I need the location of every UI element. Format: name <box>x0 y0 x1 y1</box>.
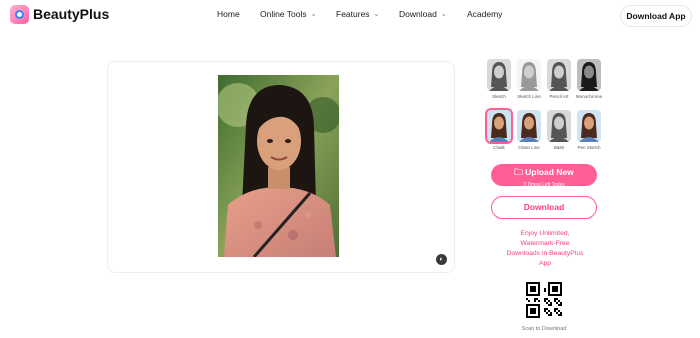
nav-item-online-tools[interactable]: Online Tools ⌄ <box>260 9 317 19</box>
style-thumb-chalk[interactable] <box>485 108 513 144</box>
nav-item-download[interactable]: Download ⌄ <box>399 9 447 19</box>
scan-label: Scan to Download <box>521 326 567 332</box>
nav-item-features[interactable]: Features ⌄ <box>336 9 379 19</box>
logo-text[interactable]: BeautyPlus <box>33 6 109 22</box>
nav-item-academy[interactable]: Academy <box>467 9 502 19</box>
style-thumb-monochrome[interactable] <box>577 59 601 91</box>
download-app-button[interactable]: Download App <box>620 5 692 27</box>
style-label: Pen Sketch <box>577 145 601 150</box>
compare-icon[interactable]: ◐ <box>436 254 447 265</box>
style-thumb-clean-line[interactable] <box>517 110 541 142</box>
style-thumb-sketch-line[interactable] <box>517 59 541 91</box>
result-photo <box>218 75 339 257</box>
style-thumb-sketch[interactable] <box>487 59 511 91</box>
style-thumb-b-w[interactable] <box>547 110 571 142</box>
download-button[interactable]: Download <box>491 196 597 219</box>
qr-code <box>526 282 562 318</box>
style-label: Monochrome <box>575 94 603 99</box>
beautyplus-logo-icon[interactable] <box>10 5 29 24</box>
app-promo-text: Enjoy Unlimited, Watermark-Free Download… <box>506 230 584 267</box>
upload-new-button[interactable]: 🗀 Upload New 3 Times Left Today <box>491 164 597 188</box>
style-thumb-pencil-art[interactable] <box>547 59 571 91</box>
chevron-down-icon: ⌄ <box>440 11 447 18</box>
nav-item-home[interactable]: Home <box>217 9 240 19</box>
style-thumb-pen-sketch[interactable] <box>577 110 601 142</box>
top-navbar: BeautyPlus Home Online Tools ⌄ Features ⌄ … <box>0 0 700 30</box>
upload-limit-text: 3 Times Left Today <box>523 182 565 188</box>
chevron-down-icon: ⌄ <box>373 11 380 18</box>
upload-icon: 🗀 <box>514 167 523 177</box>
chevron-down-icon: ⌄ <box>310 11 317 18</box>
